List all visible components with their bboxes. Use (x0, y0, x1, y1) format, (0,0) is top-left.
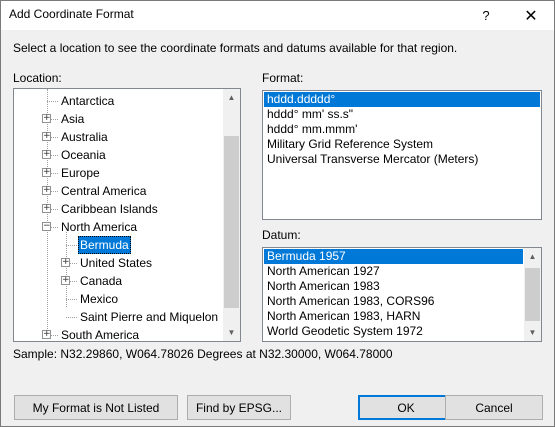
expand-icon[interactable]: + (42, 150, 51, 159)
expand-icon[interactable]: + (42, 132, 51, 141)
datum-item-bermuda-1957[interactable]: Bermuda 1957 (264, 249, 523, 264)
expand-icon[interactable]: + (61, 258, 70, 267)
sample-text: Sample: N32.29860, W064.78026 Degrees at… (13, 347, 393, 361)
my-format-not-listed-button[interactable]: My Format is Not Listed (14, 395, 178, 420)
collapse-icon[interactable]: − (42, 222, 51, 231)
tree-connector-line (66, 299, 77, 300)
tree-item-mexico[interactable]: Mexico (78, 290, 120, 308)
tree-item-north-america[interactable]: North America (59, 218, 139, 236)
find-by-epsg-button[interactable]: Find by EPSG... (187, 395, 291, 420)
window-title: Add Coordinate Format (9, 7, 134, 21)
datum-label: Datum: (262, 228, 301, 242)
datum-item-north-american-1983-cors96[interactable]: North American 1983, CORS96 (264, 294, 523, 309)
datum-list[interactable]: Bermuda 1957 North American 1927 North Ame… (262, 247, 542, 342)
scroll-down-arrow-icon[interactable]: ▼ (223, 324, 240, 341)
format-label: Format: (262, 71, 304, 85)
expand-icon[interactable]: + (42, 186, 51, 195)
location-tree-scrollbar[interactable]: ▲ ▼ (223, 89, 240, 341)
format-item-military-grid-reference-system[interactable]: Military Grid Reference System (264, 137, 540, 152)
expand-icon[interactable]: + (42, 114, 51, 123)
datum-list-scroll-thumb[interactable] (525, 268, 540, 321)
scroll-up-arrow-icon[interactable]: ▲ (223, 89, 240, 106)
location-label: Location: (13, 71, 62, 85)
datum-list-scrollbar[interactable]: ▲ ▼ (524, 248, 541, 341)
tree-connector-line (66, 245, 77, 246)
location-tree[interactable]: Antarctica + Asia + Australia + Oceania + Europe… (13, 88, 241, 342)
scroll-down-arrow-icon[interactable]: ▼ (524, 324, 541, 341)
tree-item-south-america[interactable]: South America (59, 326, 141, 341)
ok-button[interactable]: OK (358, 395, 454, 420)
close-button[interactable]: ✕ (508, 1, 554, 30)
format-item-hddd-ddddd[interactable]: hddd.ddddd° (264, 92, 540, 107)
expand-icon[interactable]: + (42, 204, 51, 213)
format-item-hddd-mm-ss-s[interactable]: hddd° mm' ss.s" (264, 107, 540, 122)
tree-item-australia[interactable]: Australia (59, 128, 110, 146)
tree-item-oceania[interactable]: Oceania (59, 146, 108, 164)
tree-item-canada[interactable]: Canada (78, 272, 124, 290)
title-bar: Add Coordinate Format ? ✕ (1, 1, 554, 30)
datum-item-north-american-1983-harn[interactable]: North American 1983, HARN (264, 309, 523, 324)
datum-item-world-geodetic-system-1972[interactable]: World Geodetic System 1972 (264, 324, 523, 339)
tree-connector-line (47, 101, 58, 102)
tree-item-united-states[interactable]: United States (78, 254, 154, 272)
format-list[interactable]: hddd.ddddd° hddd° mm' ss.s" hddd° mm.mmm' M… (262, 90, 542, 220)
format-item-universal-transverse-mercator-meters[interactable]: Universal Transverse Mercator (Meters) (264, 152, 540, 167)
tree-connector-line (66, 232, 67, 307)
tree-item-europe[interactable]: Europe (59, 164, 102, 182)
tree-item-antarctica[interactable]: Antarctica (59, 92, 116, 110)
tree-item-asia[interactable]: Asia (59, 110, 86, 128)
tree-item-saint-pierre-and-miquelon[interactable]: Saint Pierre and Miquelon (78, 308, 220, 326)
tree-item-caribbean-islands[interactable]: Caribbean Islands (59, 200, 160, 218)
scroll-up-arrow-icon[interactable]: ▲ (524, 248, 541, 265)
tree-item-bermuda[interactable]: Bermuda (78, 236, 131, 254)
expand-icon[interactable]: + (42, 168, 51, 177)
instructions-text: Select a location to see the coordinate … (13, 41, 458, 55)
help-button[interactable]: ? (463, 1, 509, 30)
datum-item-north-american-1927[interactable]: North American 1927 (264, 264, 523, 279)
format-item-hddd-mm-mmm[interactable]: hddd° mm.mmm' (264, 122, 540, 137)
tree-item-central-america[interactable]: Central America (59, 182, 148, 200)
expand-icon[interactable]: + (42, 330, 51, 339)
datum-item-north-american-1983[interactable]: North American 1983 (264, 279, 523, 294)
add-coordinate-format-dialog: Add Coordinate Format ? ✕ Select a locat… (0, 0, 555, 427)
cancel-button[interactable]: Cancel (445, 395, 543, 420)
location-tree-scroll-thumb[interactable] (224, 136, 239, 308)
tree-connector-line (66, 317, 77, 318)
expand-icon[interactable]: + (61, 276, 70, 285)
